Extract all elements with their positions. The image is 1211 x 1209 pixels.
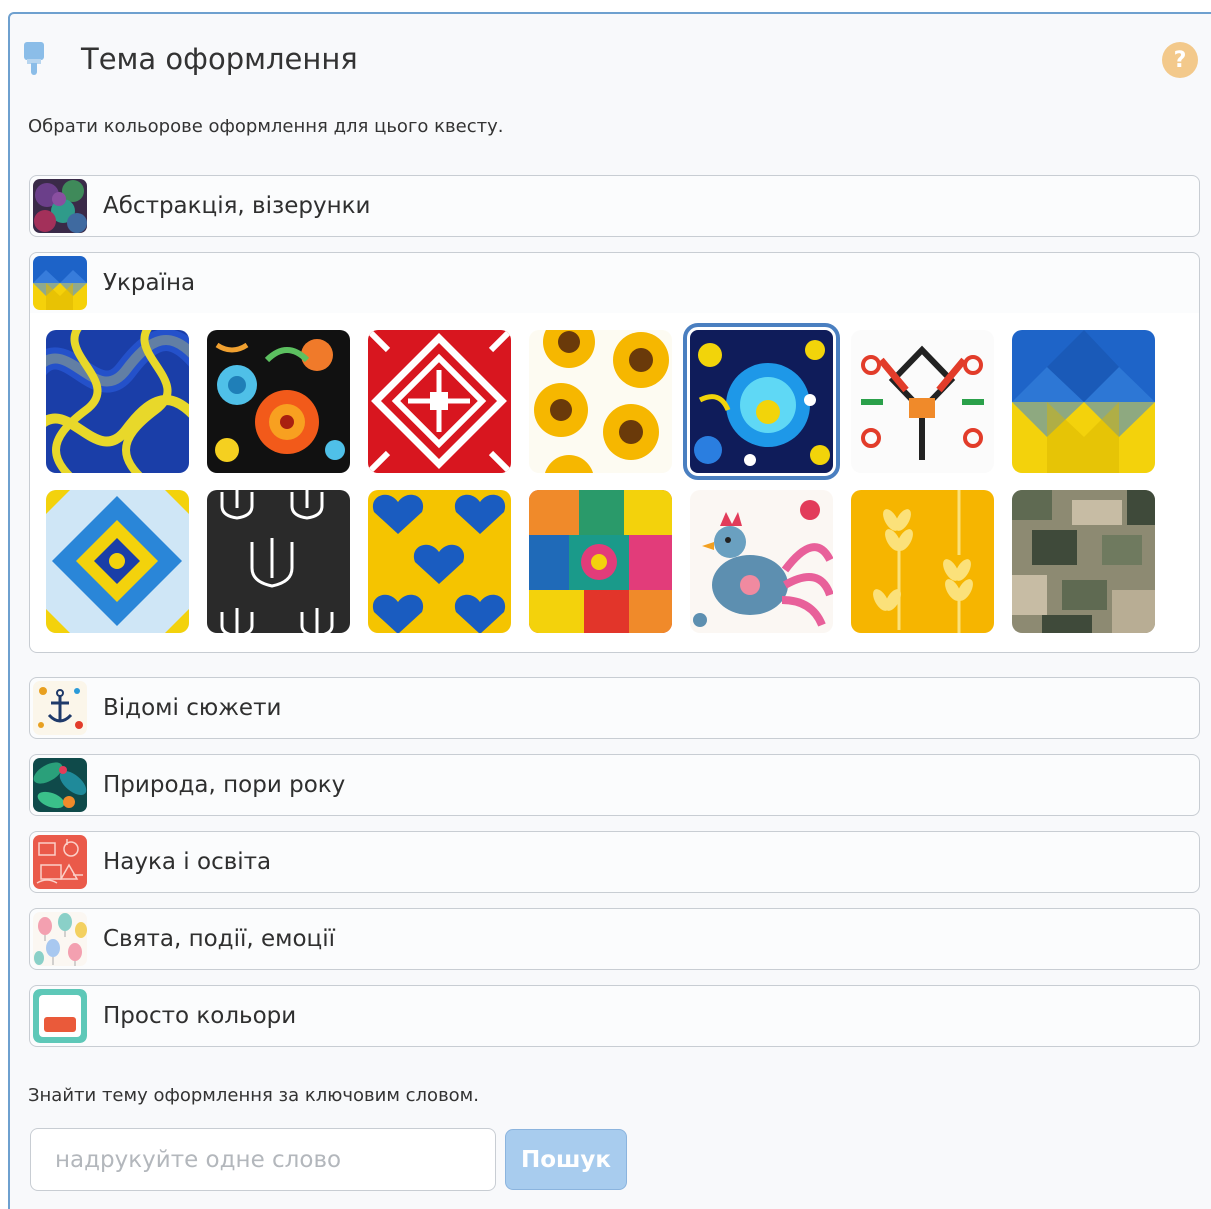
search-button[interactable]: Пошук [505, 1129, 627, 1190]
category-label: Наука і освіта [103, 849, 272, 875]
question-icon[interactable]: ? [1162, 42, 1198, 78]
theme-patchwork-folk[interactable] [529, 490, 672, 633]
theme-painted-rooster[interactable] [690, 490, 833, 633]
theme-blue-yellow-flag-geometric[interactable] [1012, 330, 1155, 473]
tropical-leaves-thumb [33, 758, 87, 812]
theme-pixel-camouflage[interactable] [1012, 490, 1155, 633]
theme-blue-hearts[interactable] [368, 490, 511, 633]
science-doodle-thumb [33, 835, 87, 889]
category-science-education[interactable]: Наука і освіта [29, 831, 1200, 893]
paintbrush-icon [22, 42, 46, 76]
theme-blue-yellow-waves[interactable] [46, 330, 189, 473]
plain-color-thumb [33, 989, 87, 1043]
theme-trident-pattern[interactable] [207, 490, 350, 633]
anchor-pattern-thumb [33, 681, 87, 735]
category-holidays-events[interactable]: Свята, події, емоції [29, 908, 1200, 970]
category-famous-stories[interactable]: Відомі сюжети [29, 677, 1200, 739]
category-nature-seasons[interactable]: Природа, пори року [29, 754, 1200, 816]
ukraine-flag-thumb [33, 256, 87, 310]
category-plain-colors[interactable]: Просто кольори [29, 985, 1200, 1047]
category-label: Абстракція, візерунки [103, 193, 371, 219]
search-input[interactable] [30, 1128, 496, 1191]
theme-red-embroidery[interactable] [368, 330, 511, 473]
category-label: Відомі сюжети [103, 695, 282, 721]
category-abstract[interactable]: Абстракція, візерунки [29, 175, 1200, 237]
ukraine-theme-grid [29, 313, 1200, 653]
page-title: Тема оформлення [81, 42, 358, 76]
category-label: Україна [103, 270, 196, 296]
category-label: Природа, пори року [103, 772, 346, 798]
panel-header: Тема оформлення [22, 42, 358, 76]
theme-blue-mosaic-ornament[interactable] [46, 490, 189, 633]
search-label: Знайти тему оформлення за ключовим слово… [28, 1085, 479, 1106]
theme-petrykivka-flowers[interactable] [207, 330, 350, 473]
abstract-bokeh-thumb [33, 179, 87, 233]
theme-blue-flower-folk[interactable] [683, 323, 840, 480]
theme-wheat-ears[interactable] [851, 490, 994, 633]
balloons-thumb [33, 912, 87, 966]
category-label: Просто кольори [103, 1003, 297, 1029]
category-ukraine[interactable]: Україна [29, 252, 1200, 314]
theme-sunflowers[interactable] [529, 330, 672, 473]
subtitle: Обрати кольорове оформлення для цього кв… [28, 116, 504, 137]
category-label: Свята, події, емоції [103, 926, 335, 952]
theme-cross-stitch-ornament[interactable] [851, 330, 994, 473]
